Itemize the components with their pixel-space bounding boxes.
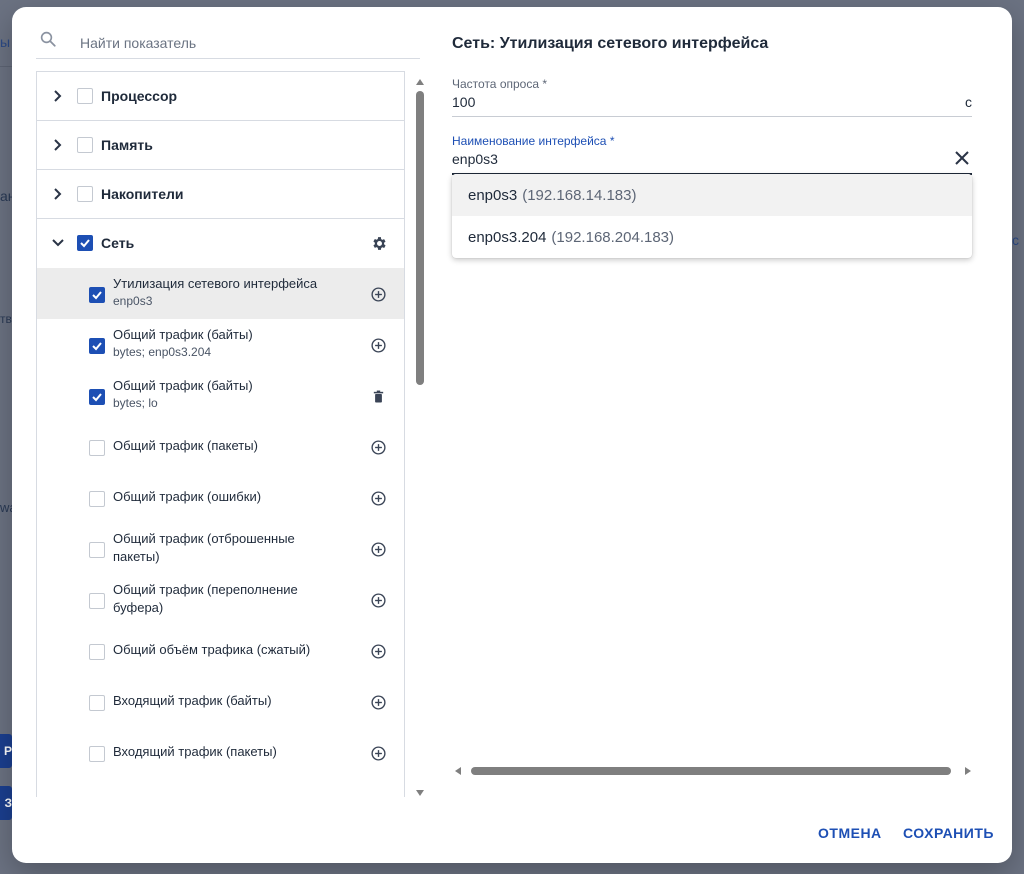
list-item[interactable]: Входящий трафик (байты) xyxy=(37,676,404,727)
add-circle-icon[interactable] xyxy=(370,745,387,762)
list-item[interactable]: Общий объём трафика (сжатый) xyxy=(37,625,404,676)
dropdown-option[interactable]: enp0s3 (192.168.14.183) xyxy=(452,174,972,216)
item-checkbox[interactable] xyxy=(89,287,105,303)
add-circle-icon[interactable] xyxy=(370,541,387,558)
option-name: enp0s3.204 xyxy=(468,228,547,246)
list-item[interactable]: Входящий трафик (пакеты) xyxy=(37,727,404,778)
add-circle-icon[interactable] xyxy=(370,592,387,609)
category-checkbox[interactable] xyxy=(77,137,93,153)
option-name: enp0s3 xyxy=(468,186,518,204)
chevron-down-icon[interactable] xyxy=(51,236,65,250)
list-item[interactable]: Общий трафик (ошибки) xyxy=(37,472,404,523)
category-checkbox[interactable] xyxy=(77,186,93,202)
scrollbar-thumb[interactable] xyxy=(416,91,424,385)
panel-title: Сеть: Утилизация сетевого интерфейса xyxy=(452,35,769,52)
add-circle-icon[interactable] xyxy=(370,439,387,456)
add-circle-icon[interactable] xyxy=(370,286,387,303)
list-item[interactable]: Утилизация сетевого интерфейса enp0s3 xyxy=(37,268,404,319)
item-subtitle: enp0s3 xyxy=(113,294,153,308)
list-item[interactable]: Общий трафик (байты) bytes; lo xyxy=(37,370,404,421)
chevron-right-icon[interactable] xyxy=(51,187,65,201)
item-checkbox[interactable] xyxy=(89,593,105,609)
backdrop-text: тв xyxy=(0,312,12,326)
backdrop-divider xyxy=(0,66,12,67)
item-checkbox[interactable] xyxy=(89,644,105,660)
add-circle-icon[interactable] xyxy=(370,643,387,660)
item-subtitle: bytes; enp0s3.204 xyxy=(113,345,212,359)
category-memory[interactable]: Память xyxy=(37,121,404,170)
list-item[interactable]: Общий трафик (отброшенные пакеты) xyxy=(37,523,404,574)
field-underline xyxy=(452,116,972,117)
interface-dropdown: enp0s3 (192.168.14.183) enp0s3.204 (192.… xyxy=(452,174,972,258)
item-subtitle: bytes; lo xyxy=(113,396,158,410)
item-checkbox[interactable] xyxy=(89,746,105,762)
save-button[interactable]: СОХРАНИТЬ xyxy=(903,825,994,841)
item-title: Утилизация сетевого интерфейса xyxy=(113,276,318,291)
interface-name-field[interactable]: Наименование интерфейса * enp0s3 xyxy=(452,134,972,175)
chevron-right-icon[interactable] xyxy=(51,89,65,103)
item-title: Общий трафик (отброшенные пакеты) xyxy=(113,531,295,564)
category-label: Сеть xyxy=(101,235,135,251)
list-item[interactable]: Общий трафик (переполнение буфера) xyxy=(37,574,404,625)
field-label: Частота опроса * xyxy=(452,77,548,91)
poll-frequency-value[interactable]: 100 xyxy=(452,94,475,110)
search-icon xyxy=(40,31,56,47)
option-ip: (192.168.14.183) xyxy=(522,186,637,204)
category-checkbox[interactable] xyxy=(77,88,93,104)
item-title: Общий трафик (ошибки) xyxy=(113,489,262,504)
indicator-search xyxy=(36,25,420,59)
scrollbar-thumb[interactable] xyxy=(471,767,951,775)
category-network[interactable]: Сеть xyxy=(37,219,404,268)
item-checkbox[interactable] xyxy=(89,695,105,711)
add-circle-icon[interactable] xyxy=(370,337,387,354)
item-title: Общий трафик (пакеты) xyxy=(113,438,258,453)
item-title: Общий трафик (байты) xyxy=(113,327,253,342)
dropdown-option[interactable]: enp0s3.204 (192.168.204.183) xyxy=(452,216,972,258)
item-title: Входящий трафик (байты) xyxy=(113,693,272,708)
item-title: Общий трафик (переполнение буфера) xyxy=(113,582,298,615)
category-label: Процессор xyxy=(101,88,178,104)
scroll-down-arrow[interactable] xyxy=(416,790,424,796)
category-storage[interactable]: Накопители xyxy=(37,170,404,219)
panel-horizontal-scrollbar[interactable] xyxy=(455,766,971,776)
category-label: Память xyxy=(101,137,153,153)
interface-name-value[interactable]: enp0s3 xyxy=(452,151,498,167)
indicator-dialog: Процессор Память Накопители Сеть Утилиза… xyxy=(12,7,1012,863)
item-checkbox[interactable] xyxy=(89,389,105,405)
category-cpu[interactable]: Процессор xyxy=(37,72,404,121)
scroll-right-arrow[interactable] xyxy=(965,767,971,775)
item-checkbox[interactable] xyxy=(89,440,105,456)
item-title: Общий объём трафика (сжатый) xyxy=(113,642,311,657)
backdrop-text: ы xyxy=(0,34,11,50)
add-circle-icon[interactable] xyxy=(370,694,387,711)
list-item[interactable]: Общий трафик (пакеты) xyxy=(37,421,404,472)
item-checkbox[interactable] xyxy=(89,542,105,558)
scroll-up-arrow[interactable] xyxy=(416,79,424,85)
category-checkbox[interactable] xyxy=(77,235,93,251)
close-icon[interactable] xyxy=(954,150,970,166)
chevron-right-icon[interactable] xyxy=(51,138,65,152)
list-scrollbar[interactable] xyxy=(414,79,426,803)
item-checkbox[interactable] xyxy=(89,338,105,354)
add-circle-icon[interactable] xyxy=(370,490,387,507)
backdrop-button: Р xyxy=(0,734,12,768)
field-label: Наименование интерфейса * xyxy=(452,134,615,148)
list-item[interactable]: Общий трафик (байты) bytes; enp0s3.204 xyxy=(37,319,404,370)
trash-icon[interactable] xyxy=(370,388,387,405)
cancel-button[interactable]: ОТМЕНА xyxy=(818,825,882,841)
item-checkbox[interactable] xyxy=(89,491,105,507)
item-title: Входящий трафик (пакеты) xyxy=(113,744,277,759)
poll-frequency-field[interactable]: Частота опроса * 100 с xyxy=(452,77,972,117)
search-input[interactable] xyxy=(80,31,410,55)
gear-icon[interactable] xyxy=(371,235,388,252)
unit-label: с xyxy=(965,94,972,110)
backdrop-text: с xyxy=(1012,232,1019,248)
indicator-list: Процессор Память Накопители Сеть Утилиза… xyxy=(36,71,405,797)
item-title: Общий трафик (байты) xyxy=(113,378,253,393)
scroll-left-arrow[interactable] xyxy=(455,767,461,775)
category-label: Накопители xyxy=(101,186,184,202)
backdrop-button: З xyxy=(0,786,12,820)
option-ip: (192.168.204.183) xyxy=(551,228,675,246)
